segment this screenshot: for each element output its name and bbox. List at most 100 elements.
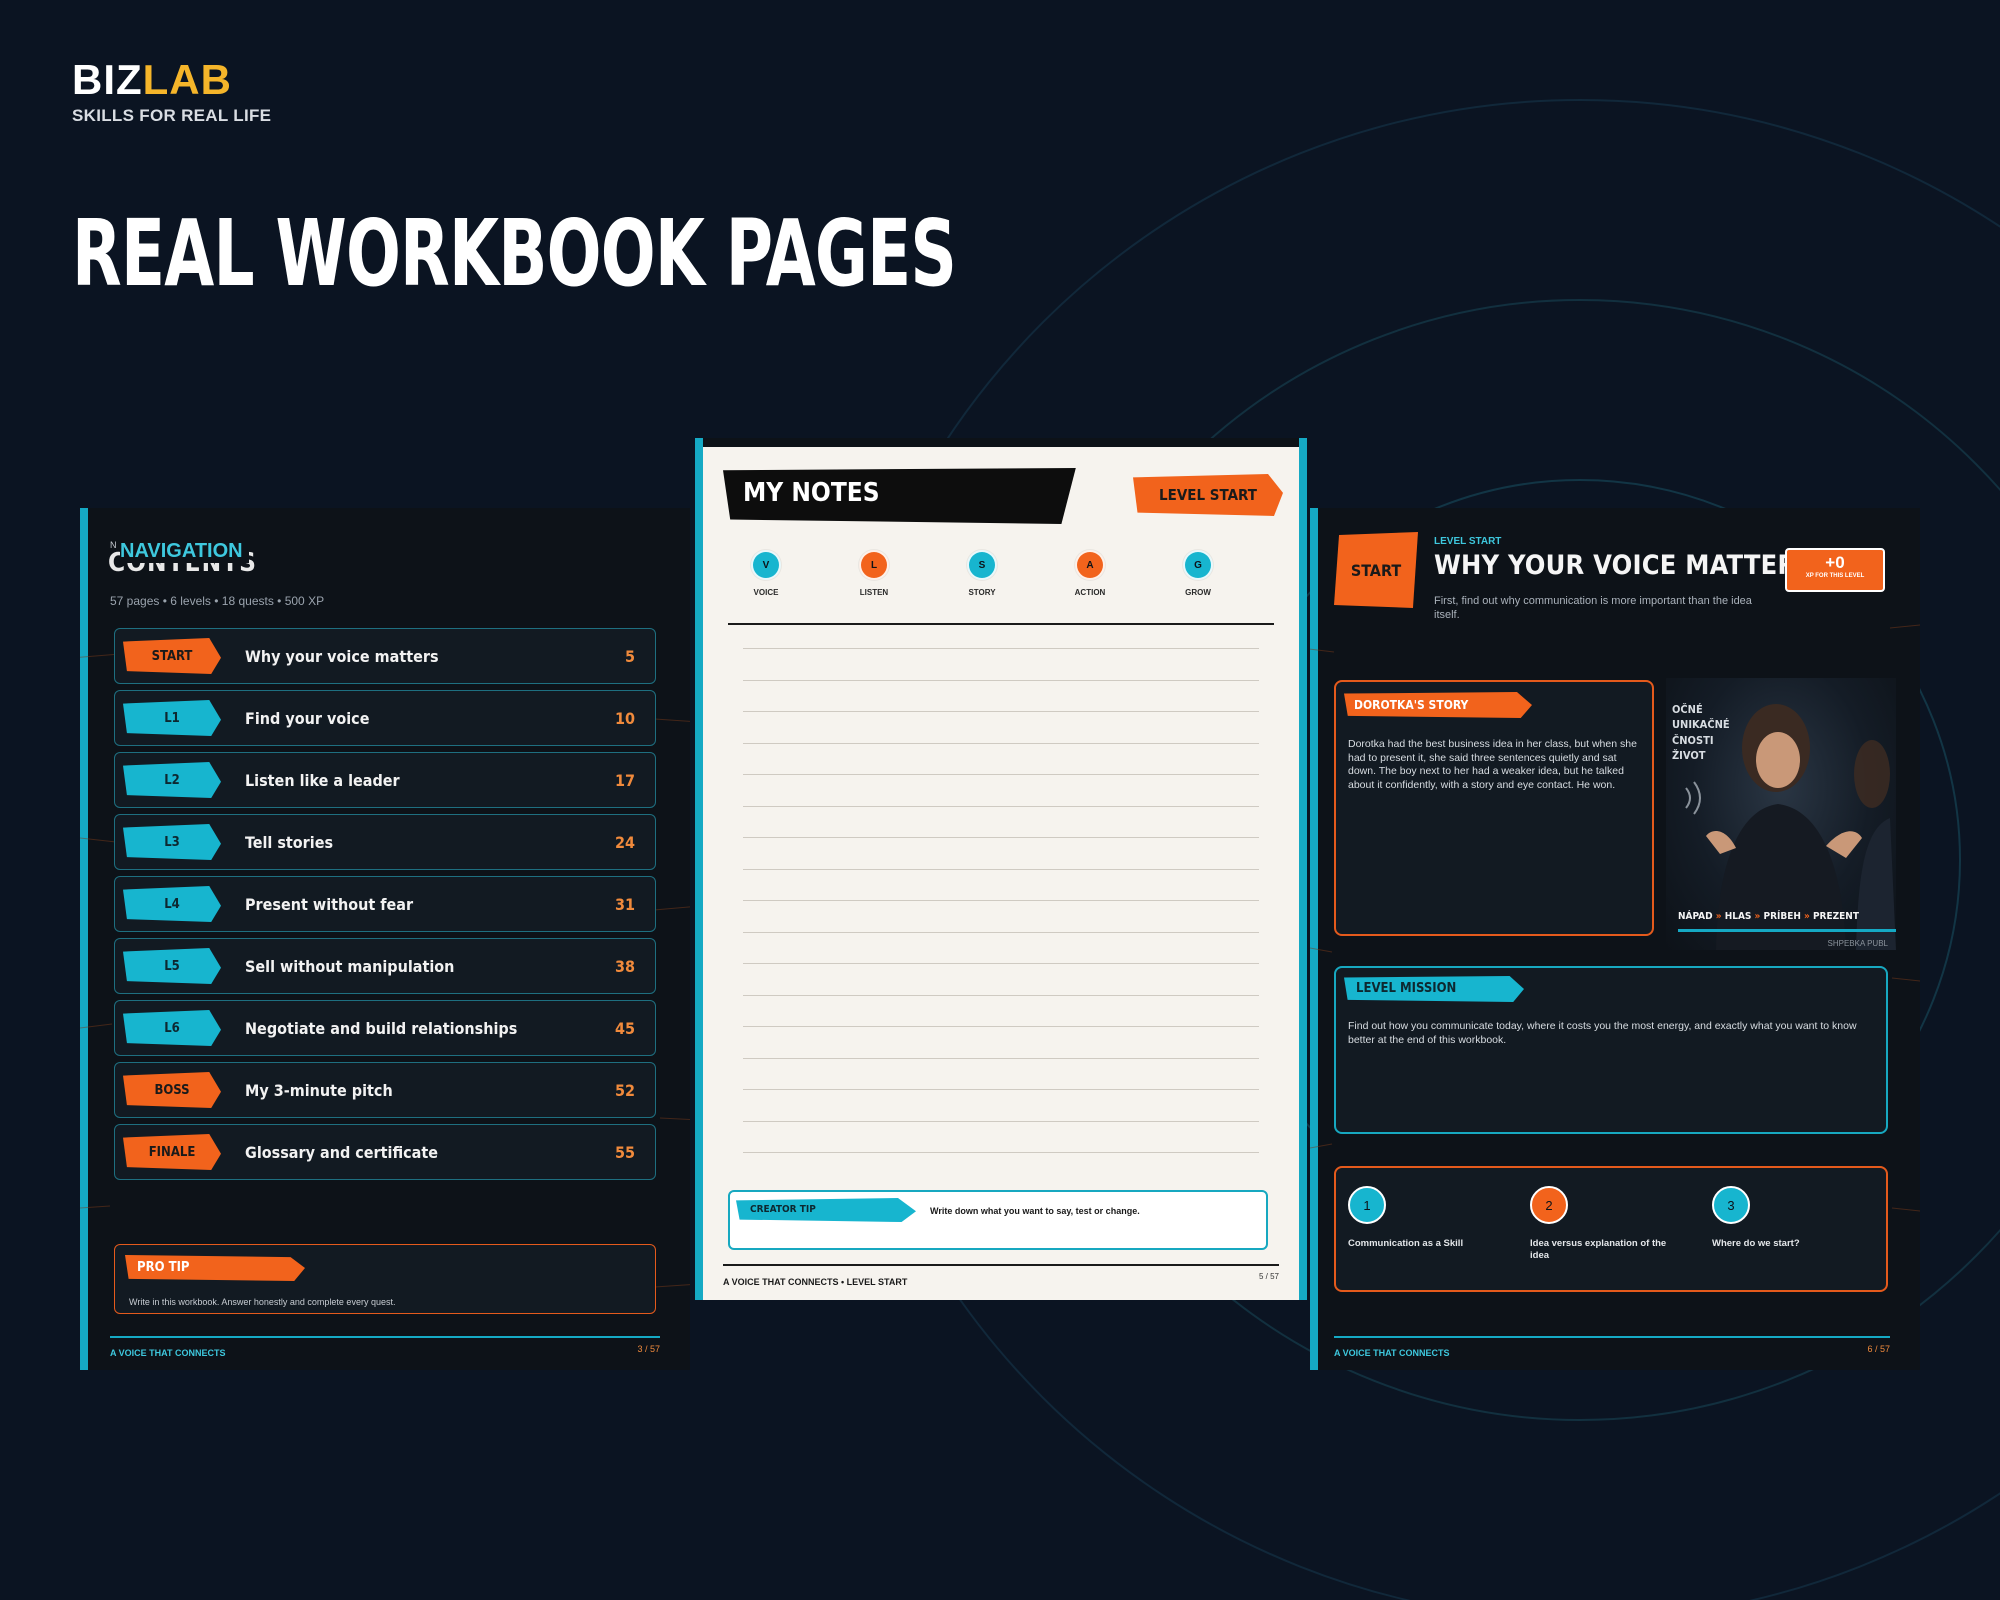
level-mission-box: LEVEL MISSION Find out how you communica… xyxy=(1334,966,1888,1134)
step-label: Where do we start? xyxy=(1712,1238,1800,1249)
page-number: 5 / 57 xyxy=(1258,1272,1279,1281)
step-number-badge: 2 xyxy=(1530,1186,1568,1224)
toc-label: Present without fear xyxy=(245,894,414,914)
toc-page-number: 52 xyxy=(614,1080,635,1100)
step-badge: L xyxy=(859,550,889,580)
step-label: VOICE xyxy=(753,588,779,597)
writing-line xyxy=(743,1120,1259,1122)
writing-line xyxy=(743,994,1259,996)
toc-row[interactable]: L4 Present without fear 31 xyxy=(114,876,656,932)
step-badge: A xyxy=(1075,550,1105,580)
hero-title: REAL WORKBOOK PAGES xyxy=(72,200,957,307)
toc-row[interactable]: FINALE Glossary and certificate 55 xyxy=(114,1124,656,1180)
photo-footer: SHPEBKA PUBL xyxy=(1827,939,1888,948)
toc-tag: BOSS xyxy=(123,1072,221,1108)
level-step-1: 1 Communication as a Skill xyxy=(1348,1186,1498,1250)
toc-label: Negotiate and build relationships xyxy=(245,1018,518,1038)
notes-writing-lines[interactable] xyxy=(743,648,1259,1178)
level-mission-text: Find out how you communicate today, wher… xyxy=(1348,1020,1857,1046)
step-label: STORY xyxy=(968,588,996,597)
step-grow: G GROW xyxy=(1168,550,1228,597)
creator-tip-box: CREATOR TIP Write down what you want to … xyxy=(728,1190,1268,1250)
footer-title: A VOICE THAT CONNECTS xyxy=(1334,1348,1450,1358)
writing-line xyxy=(743,1152,1259,1153)
writing-line xyxy=(743,742,1259,744)
logo-wordmark-part1: BIZ xyxy=(72,56,143,103)
toc-tag: L2 xyxy=(123,762,221,798)
writing-line xyxy=(743,1089,1259,1090)
writing-line xyxy=(743,931,1259,933)
logo-tagline: SKILLS FOR REAL LIFE xyxy=(72,106,272,125)
writing-line xyxy=(743,711,1259,712)
step-number-badge: 3 xyxy=(1712,1186,1750,1224)
logo-wordmark: BIZLAB xyxy=(72,56,271,104)
creator-tip-tag: CREATOR TIP xyxy=(736,1198,916,1222)
photo-caption-words: NÁPAD » HLAS » PRÍBEH » PREZENT xyxy=(1678,911,1859,922)
step-label: ACTION xyxy=(1074,588,1106,597)
footer-divider xyxy=(1334,1336,1890,1338)
step-badge: S xyxy=(967,550,997,580)
writing-line xyxy=(743,1026,1259,1027)
writing-line xyxy=(743,805,1259,807)
contents-subtitle: 57 pages • 6 levels • 18 quests • 500 XP xyxy=(110,594,325,608)
toc-page-number: 45 xyxy=(614,1018,635,1038)
workbook-page-contents: N CONTENTS NAVIGATION 57 pages • 6 level… xyxy=(80,508,690,1370)
step-label: Communication as a Skill xyxy=(1348,1238,1464,1249)
step-label: LISTEN xyxy=(859,588,889,597)
step-badge: V xyxy=(751,550,781,580)
pro-tip-box: PRO TIP Write in this workbook. Answer h… xyxy=(114,1244,656,1314)
toc-page-number: 38 xyxy=(614,956,635,976)
toc-label: Glossary and certificate xyxy=(245,1142,439,1162)
writing-line xyxy=(743,963,1259,964)
pro-tip-tag: PRO TIP xyxy=(125,1255,305,1281)
level-step-3: 3 Where do we start? xyxy=(1712,1186,1862,1250)
toc-label: Why your voice matters xyxy=(245,646,439,666)
story-text: Dorotka had the best business idea in he… xyxy=(1348,738,1637,791)
toc-label: Find your voice xyxy=(245,708,370,728)
speaker-silhouette-icon xyxy=(1685,704,1896,950)
toc-label: My 3-minute pitch xyxy=(245,1080,393,1100)
toc-tag: L5 xyxy=(123,948,221,984)
photo-caption-word: HLAS xyxy=(1724,911,1752,922)
writing-line xyxy=(743,1057,1259,1059)
caption-separator: » xyxy=(1712,911,1725,922)
level-start-tag: LEVEL START xyxy=(1133,474,1283,516)
story-box: DOROTKA'S STORY Dorotka had the best bus… xyxy=(1334,680,1654,936)
notes-divider xyxy=(728,623,1274,625)
toc-tag: L4 xyxy=(123,886,221,922)
toc-row[interactable]: L2 Listen like a leader 17 xyxy=(114,752,656,808)
workbook-page-level-start: START LEVEL START WHY YOUR VOICE MATTERS… xyxy=(1310,508,1920,1370)
step-voice: V VOICE xyxy=(736,550,796,597)
level-kicker: LEVEL START xyxy=(1434,536,1502,547)
bizlab-logo[interactable]: BIZLAB SKILLS FOR REAL LIFE xyxy=(72,56,271,126)
level-title: WHY YOUR VOICE MATTERS xyxy=(1434,550,1815,581)
level-step-2: 2 Idea versus explanation of the idea xyxy=(1530,1186,1680,1263)
toc-row[interactable]: L5 Sell without manipulation 38 xyxy=(114,938,656,994)
toc-row[interactable]: L1 Find your voice 10 xyxy=(114,690,656,746)
xp-badge: +0 XP FOR THIS LEVEL xyxy=(1785,548,1885,592)
photo-accent-bar xyxy=(1678,929,1896,932)
writing-line xyxy=(743,900,1259,901)
logo-wordmark-part2: LAB xyxy=(142,56,232,103)
toc-row[interactable]: BOSS My 3-minute pitch 52 xyxy=(114,1062,656,1118)
page-number: 6 / 57 xyxy=(1867,1344,1890,1354)
footer-divider xyxy=(723,1264,1279,1266)
toc-tag: L6 xyxy=(123,1010,221,1046)
xp-value: +0 xyxy=(1825,553,1845,572)
writing-line xyxy=(743,648,1259,649)
toc-row[interactable]: START Why your voice matters 5 xyxy=(114,628,656,684)
toc-tag: START xyxy=(123,638,221,674)
toc-page-number: 31 xyxy=(614,894,635,914)
pro-tip-text: Write in this workbook. Answer honestly … xyxy=(129,1297,396,1307)
toc-row[interactable]: L3 Tell stories 24 xyxy=(114,814,656,870)
toc-label: Sell without manipulation xyxy=(245,956,455,976)
toc-label: Listen like a leader xyxy=(245,770,400,790)
toc-row[interactable]: L6 Negotiate and build relationships 45 xyxy=(114,1000,656,1056)
voice-steps-tracker: V VOICE L LISTEN S STORY A ACTION G GROW xyxy=(728,550,1268,610)
step-story: S STORY xyxy=(952,550,1012,597)
story-tag: DOROTKA'S STORY xyxy=(1344,692,1532,718)
page-number: 3 / 57 xyxy=(637,1344,660,1354)
step-listen: L LISTEN xyxy=(844,550,904,597)
step-label: GROW xyxy=(1185,588,1211,597)
notes-header-title: MY NOTES xyxy=(743,478,880,508)
